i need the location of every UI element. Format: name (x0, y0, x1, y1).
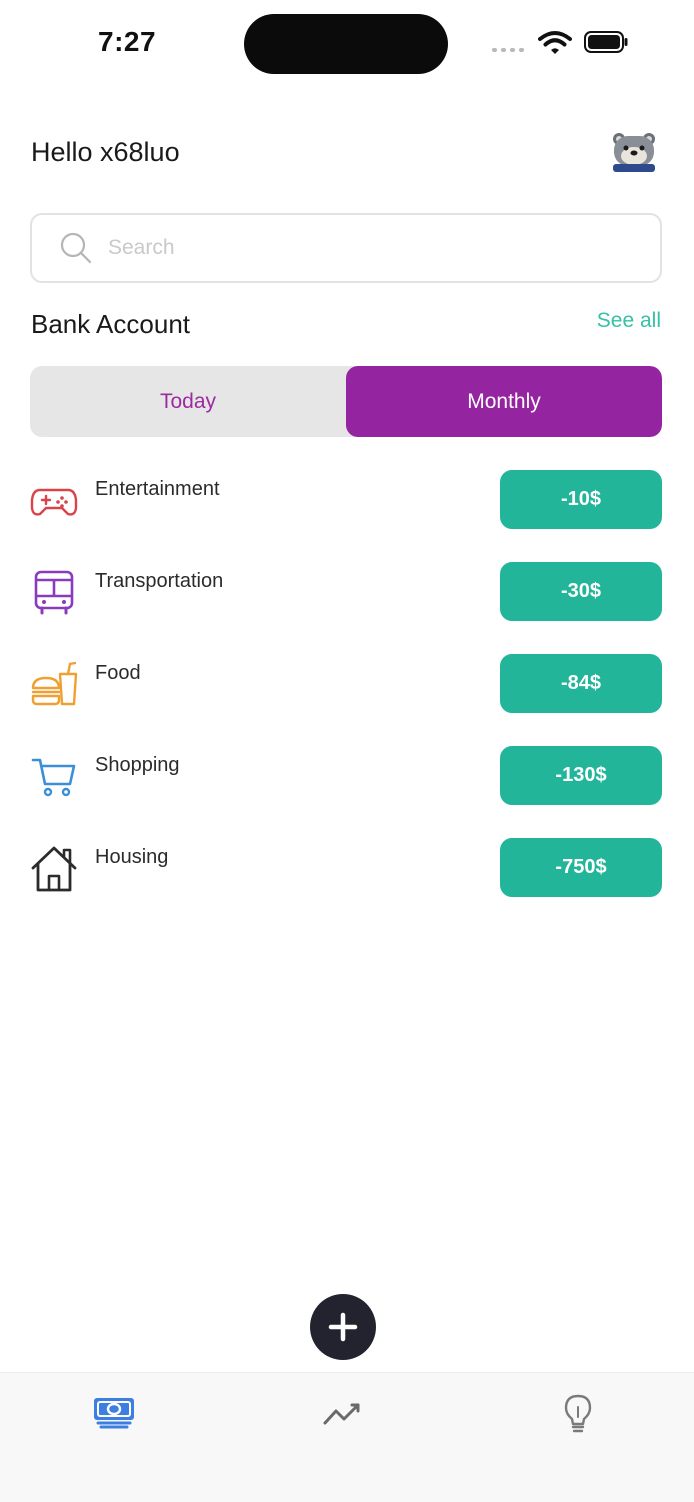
category-label: Shopping (95, 754, 180, 776)
search-input[interactable]: Search (30, 213, 662, 283)
bear-avatar-icon[interactable] (611, 130, 657, 174)
section-title: Bank Account (31, 309, 190, 339)
wifi-icon (538, 31, 572, 54)
lightbulb-icon[interactable] (556, 1393, 600, 1433)
list-item-food[interactable]: Food -84$ (30, 654, 662, 746)
amount-badge[interactable]: -750$ (500, 838, 662, 897)
shopping-cart-icon (31, 758, 76, 797)
money-icon[interactable] (92, 1393, 136, 1433)
category-label: Housing (95, 846, 169, 868)
toggle-monthly[interactable]: Monthly (346, 366, 662, 437)
status-time: 7:27 (98, 26, 157, 57)
battery-icon (584, 31, 628, 53)
amount-badge[interactable]: -130$ (500, 746, 662, 805)
list-item-housing[interactable]: Housing -750$ (30, 838, 662, 930)
bottom-tab-bar (0, 1372, 694, 1502)
add-transaction-button[interactable] (310, 1294, 376, 1360)
gamepad-icon (30, 488, 78, 516)
dynamic-island (244, 14, 448, 74)
see-all-link[interactable]: See all (597, 309, 661, 333)
list-item-entertainment[interactable]: Entertainment -10$ (30, 470, 662, 562)
list-item-shopping[interactable]: Shopping -130$ (30, 746, 662, 838)
plus-icon (328, 1312, 358, 1342)
category-list: Entertainment -10$ Transportation -30$ F… (30, 470, 662, 930)
period-toggle: Today Monthly (30, 366, 662, 437)
amount-badge[interactable]: -30$ (500, 562, 662, 621)
search-placeholder: Search (108, 236, 175, 259)
search-icon (60, 232, 92, 264)
trend-chart-icon[interactable] (322, 1393, 366, 1433)
category-label: Food (95, 662, 141, 684)
house-icon (31, 846, 77, 892)
toggle-today[interactable]: Today (30, 366, 346, 437)
amount-badge[interactable]: -84$ (500, 654, 662, 713)
list-item-transportation[interactable]: Transportation -30$ (30, 562, 662, 654)
greeting-title: Hello x68luo (31, 137, 180, 167)
cellular-signal-icon (492, 48, 524, 52)
bus-icon (34, 570, 74, 615)
amount-badge[interactable]: -10$ (500, 470, 662, 529)
category-label: Transportation (95, 570, 224, 592)
status-bar: 7:27 (0, 0, 694, 90)
burger-drink-icon (31, 661, 78, 706)
category-label: Entertainment (95, 478, 220, 500)
